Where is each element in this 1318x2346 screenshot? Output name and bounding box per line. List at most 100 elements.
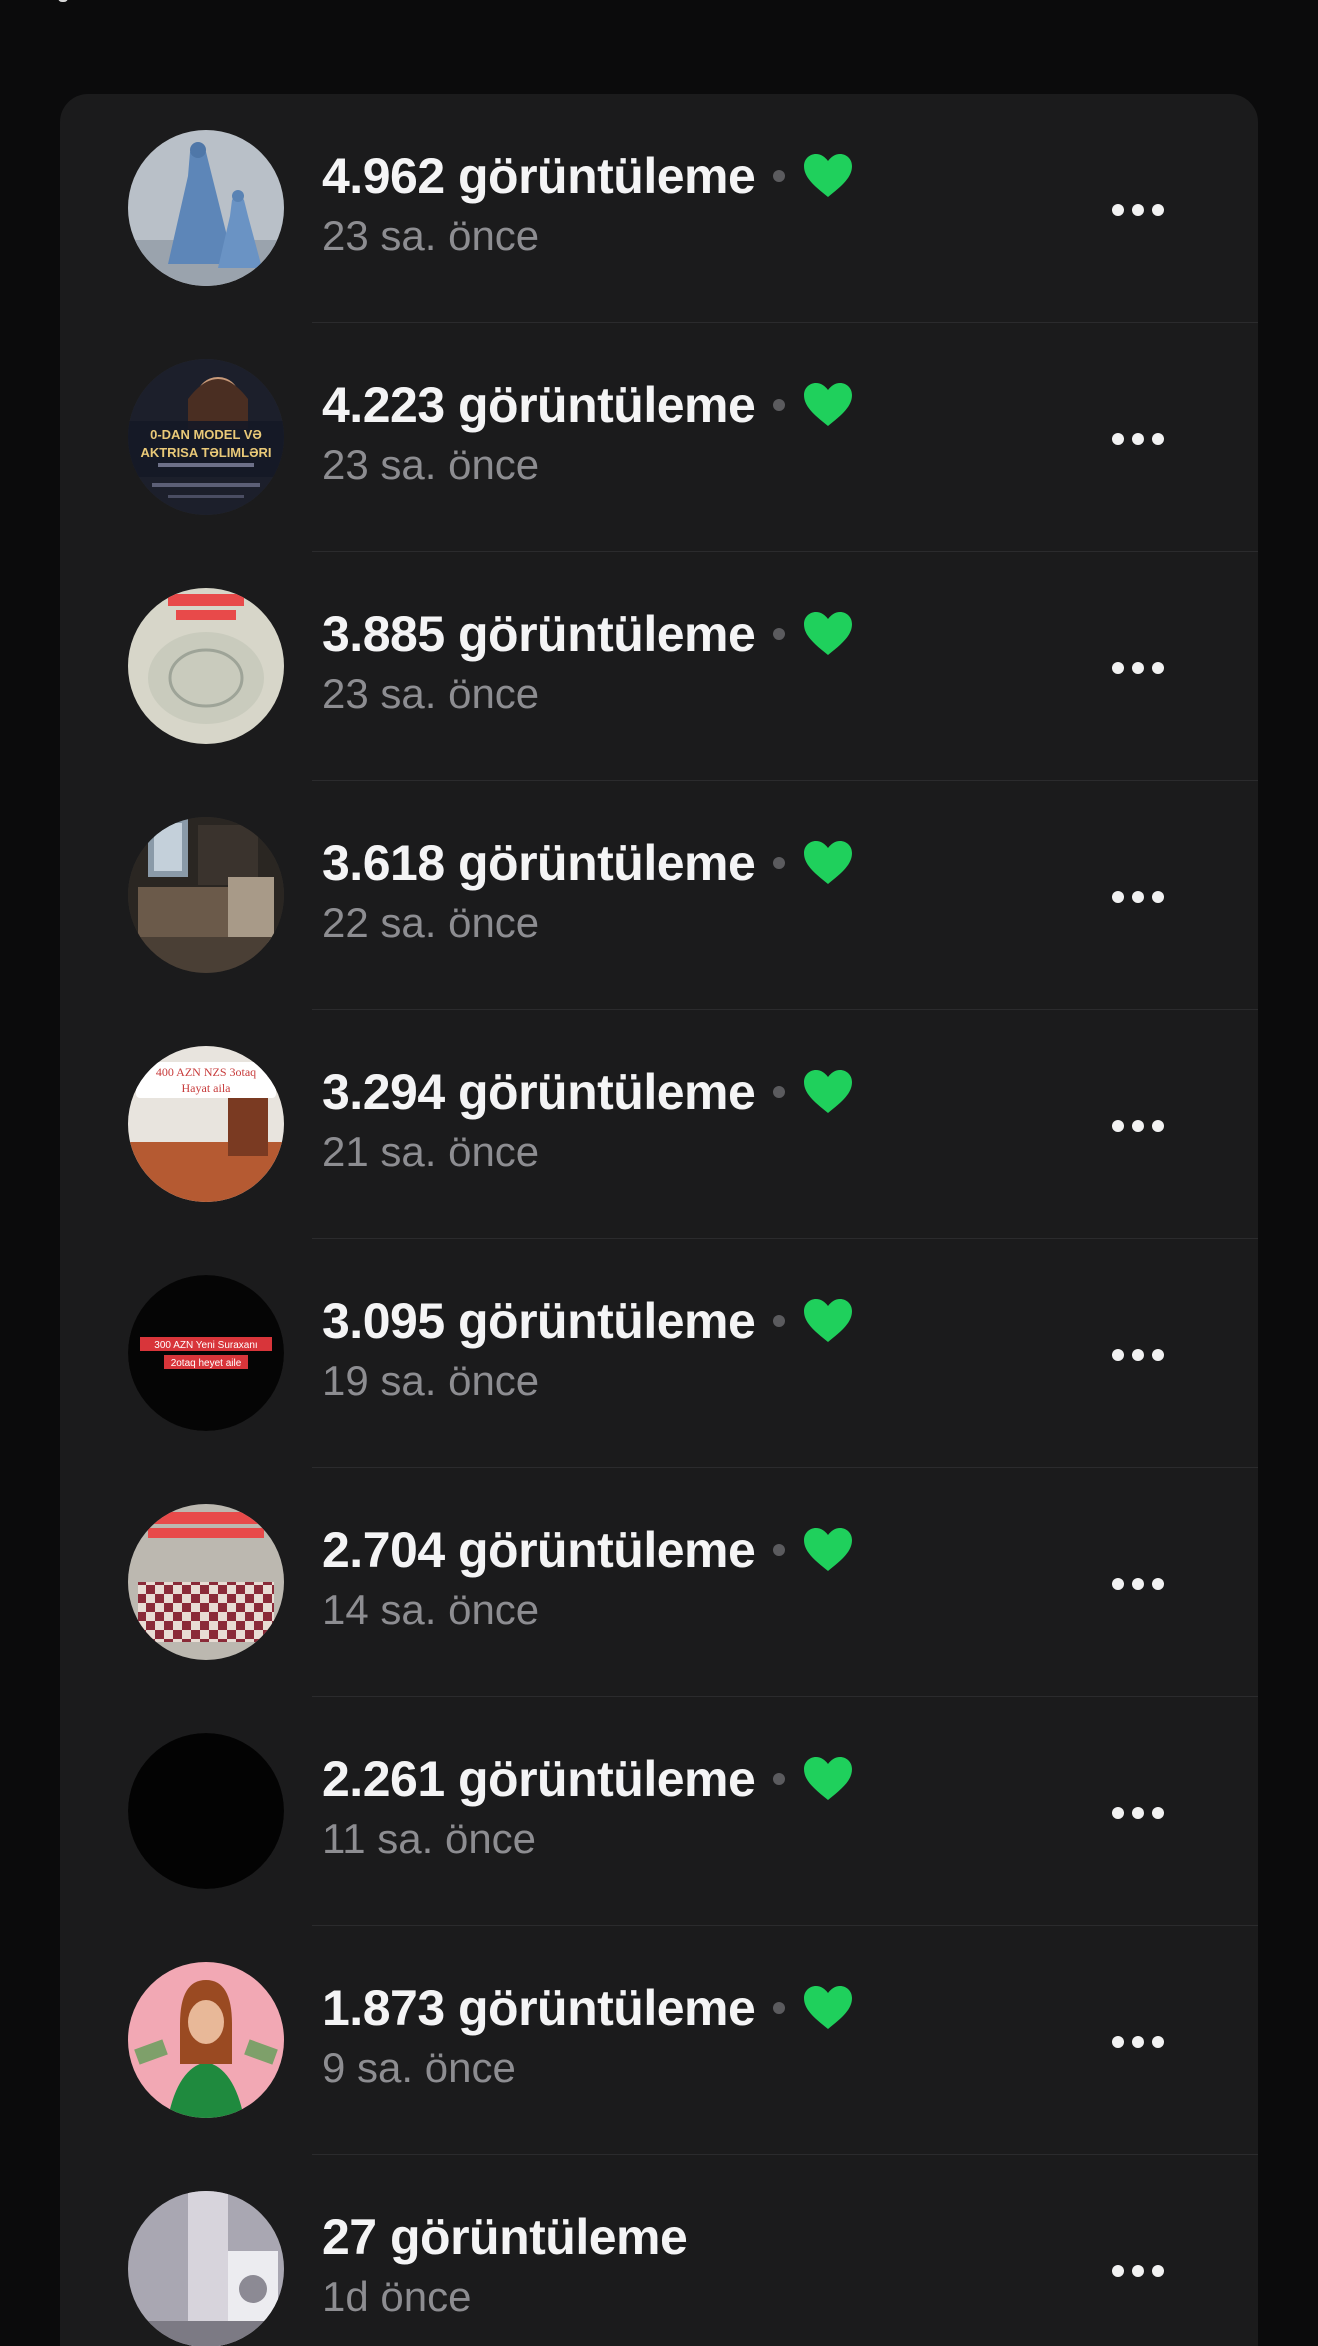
more-dot [1152,1120,1164,1132]
view-count: 3.095 görüntüleme [322,1293,756,1349]
views-line: 3.294 görüntüleme [322,1062,853,1122]
more-dot [1152,2036,1164,2048]
views-line: 4.962 görüntüleme [322,146,853,206]
more-dot [1132,2036,1144,2048]
more-dot [1132,1807,1144,1819]
svg-text:Hayat aila: Hayat aila [182,1081,232,1095]
more-dot [1152,433,1164,445]
top-edge-indicator [58,0,68,2]
svg-text:2otaq heyet aile: 2otaq heyet aile [171,1358,242,1369]
thumbnail-image: 400 AZN NZS 3otaq Hayat aila [128,1046,284,1202]
more-options-icon[interactable] [1100,1325,1176,1385]
list-item[interactable]: 1.873 görüntüleme 9 sa. önce [60,1926,1258,2155]
view-count: 3.885 görüntüleme [322,606,756,662]
svg-text:0-DAN MODEL VƏ: 0-DAN MODEL VƏ [150,427,262,442]
more-dot [1112,1578,1124,1590]
heart-icon [803,1527,853,1573]
thumbnail-image [128,817,284,973]
heart-icon [803,611,853,657]
more-options-icon[interactable] [1100,180,1176,240]
views-line: 1.873 görüntüleme [322,1978,853,2038]
views-list-card: 4.962 görüntüleme 23 sa. önce 0-DAN MODEL… [60,94,1258,2346]
more-dot [1132,1120,1144,1132]
timestamp: 23 sa. önce [322,441,540,488]
separator-dot [773,1544,786,1556]
views-line: 27 görüntüleme [322,2207,688,2267]
more-dot [1112,204,1124,216]
list-item[interactable]: 2.704 görüntüleme 14 sa. önce [60,1468,1258,1697]
more-dot [1152,1578,1164,1590]
views-line: 4.223 görüntüleme [322,375,853,435]
more-dot [1152,1349,1164,1361]
more-options-icon[interactable] [1100,1554,1176,1614]
list-item[interactable]: 27 görüntüleme 1d önce [60,2155,1258,2346]
thumbnail-image [128,1962,284,2118]
list-item[interactable]: 3.618 görüntüleme 22 sa. önce [60,781,1258,1010]
thumbnail-image [128,1504,284,1660]
views-line: 3.885 görüntüleme [322,604,853,664]
more-dot [1112,1120,1124,1132]
item-text-group: 3.885 görüntüleme 23 sa. önce [322,604,853,718]
thumbnail-image [128,1733,284,1889]
timestamp: 14 sa. önce [322,1586,540,1633]
timestamp: 23 sa. önce [322,670,540,717]
more-options-icon[interactable] [1100,2241,1176,2301]
list-item[interactable]: 4.962 görüntüleme 23 sa. önce [60,94,1258,323]
more-dot [1152,891,1164,903]
item-text-group: 2.261 görüntüleme 11 sa. önce [322,1749,853,1863]
view-count: 3.294 görüntüleme [322,1064,756,1120]
separator-dot [773,399,786,411]
view-count: 2.261 görüntüleme [322,1751,756,1807]
view-count: 4.962 görüntüleme [322,148,756,204]
thumbnail-image: 300 AZN Yeni Suraxanı 2otaq heyet aile [128,1275,284,1431]
views-line: 3.618 görüntüleme [322,833,853,893]
separator-dot [773,628,786,640]
item-text-group: 3.294 görüntüleme 21 sa. önce [322,1062,853,1176]
more-options-icon[interactable] [1100,638,1176,698]
more-dot [1112,662,1124,674]
list-item[interactable]: 0-DAN MODEL VƏ AKTRISA TƏLIMLƏRI 4.223 g… [60,323,1258,552]
heart-icon [803,1756,853,1802]
more-dot [1112,1807,1124,1819]
item-text-group: 27 görüntüleme 1d önce [322,2207,688,2321]
view-count: 27 görüntüleme [322,2209,688,2265]
thumbnail-image [128,2191,284,2346]
separator-dot [773,1773,786,1785]
list-item[interactable]: 3.885 görüntüleme 23 sa. önce [60,552,1258,781]
more-dot [1112,2036,1124,2048]
more-options-icon[interactable] [1100,1783,1176,1843]
more-dot [1132,1578,1144,1590]
more-options-icon[interactable] [1100,2012,1176,2072]
thumbnail-image: 0-DAN MODEL VƏ AKTRISA TƏLIMLƏRI [128,359,284,515]
list-item[interactable]: 400 AZN NZS 3otaq Hayat aila 3.294 görünt… [60,1010,1258,1239]
more-dot [1132,433,1144,445]
item-text-group: 3.095 görüntüleme 19 sa. önce [322,1291,853,1405]
view-count: 3.618 görüntüleme [322,835,756,891]
timestamp: 1d önce [322,2273,472,2320]
separator-dot [773,2002,786,2014]
heart-icon [803,1298,853,1344]
more-dot [1112,891,1124,903]
more-dot [1152,2265,1164,2277]
svg-text:AKTRISA TƏLIMLƏRI: AKTRISA TƏLIMLƏRI [140,445,271,460]
heart-icon [803,1069,853,1115]
list-item[interactable]: 300 AZN Yeni Suraxanı 2otaq heyet aile 3.… [60,1239,1258,1468]
more-options-icon[interactable] [1100,867,1176,927]
thumbnail-image [128,130,284,286]
heart-icon [803,153,853,199]
list-item[interactable]: 2.261 görüntüleme 11 sa. önce [60,1697,1258,1926]
more-dot [1112,433,1124,445]
item-text-group: 4.962 görüntüleme 23 sa. önce [322,146,853,260]
separator-dot [773,1315,786,1327]
more-options-icon[interactable] [1100,1096,1176,1156]
views-line: 2.704 görüntüleme [322,1520,853,1580]
more-options-icon[interactable] [1100,409,1176,469]
views-line: 3.095 görüntüleme [322,1291,853,1351]
more-dot [1132,2265,1144,2277]
timestamp: 11 sa. önce [322,1815,537,1862]
thumbnail-image [128,588,284,744]
separator-dot [773,170,786,182]
view-count: 1.873 görüntüleme [322,1980,756,2036]
more-dot [1132,662,1144,674]
timestamp: 19 sa. önce [322,1357,540,1404]
